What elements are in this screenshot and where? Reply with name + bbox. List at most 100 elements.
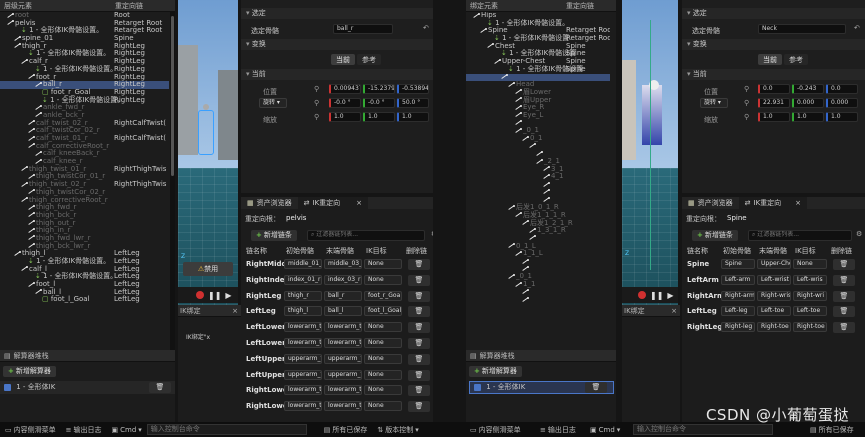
tree-row[interactable] [466, 266, 610, 274]
tree-row[interactable]: _2_1 [466, 157, 610, 166]
chain-search-input[interactable]: ⌕ 过滤器链列表... [307, 230, 425, 241]
solver-item[interactable]: 1 - 全形体IK 🗑 [469, 381, 614, 394]
tree-row[interactable] [466, 258, 610, 266]
chain-end-dropdown[interactable]: upperarm_tw [324, 353, 362, 364]
tab-reference[interactable]: 参考 [784, 54, 808, 65]
lock-icon[interactable]: ⚲ [744, 85, 749, 93]
chain-name[interactable]: RightLowe [246, 386, 284, 394]
tree-row[interactable]: thigh_out_r [0, 219, 169, 228]
lock-icon[interactable]: ⚲ [314, 113, 319, 121]
delete-chain-icon[interactable]: 🗑 [408, 338, 430, 349]
record-icon[interactable] [196, 291, 204, 299]
tab-reference[interactable]: 参考 [357, 54, 381, 65]
chain-start-dropdown[interactable]: thigh_r [284, 290, 322, 301]
console-input[interactable]: 输入控制台命令 [146, 424, 307, 435]
pause-icon[interactable]: ❚❚ [650, 291, 663, 300]
tree-row[interactable]: 1_1 [466, 280, 610, 289]
reset-arrow-icon[interactable]: ↶ [854, 24, 860, 32]
rot-x[interactable]: 22.931 [758, 98, 790, 108]
chain-goal-dropdown[interactable]: None [364, 385, 402, 396]
chain-start-dropdown[interactable]: index_01_r [284, 274, 322, 285]
chain-start-dropdown[interactable]: upperarm_tw [284, 353, 322, 364]
delete-chain-icon[interactable]: 🗑 [408, 322, 430, 334]
close-icon[interactable]: × [795, 199, 801, 207]
lock-icon[interactable]: ⚲ [744, 113, 749, 121]
output-log-button[interactable]: ≡ 输出日志 [535, 422, 581, 437]
delete-chain-icon[interactable]: 🗑 [833, 322, 855, 334]
chain-start-dropdown[interactable]: lowerarm_tw [284, 385, 322, 396]
rot-x[interactable]: -0.0 ° [329, 98, 361, 108]
chain-start-dropdown[interactable]: Left-arm [721, 274, 755, 285]
chain-end-dropdown[interactable]: lowerarm_tw [324, 338, 362, 348]
chain-end-dropdown[interactable]: lowerarm_tw [324, 385, 362, 396]
play-icon[interactable]: ▶ [667, 291, 673, 300]
delete-chain-icon[interactable]: 🗑 [408, 306, 430, 318]
delete-chain-icon[interactable]: 🗑 [408, 401, 430, 413]
add-chain-button[interactable]: + 新增链条 [251, 230, 297, 241]
rotation-mode-dropdown[interactable]: 旋转 ▾ [700, 98, 728, 108]
hierarchy-scrollbar[interactable] [170, 12, 175, 350]
chain-goal-dropdown[interactable]: Right-wri [793, 290, 827, 301]
tree-row[interactable]: 1_1_L [466, 249, 610, 258]
delete-chain-icon[interactable]: 🗑 [833, 259, 855, 270]
lock-icon[interactable]: ⚲ [314, 99, 319, 107]
pos-z[interactable]: 0.0 [826, 84, 858, 94]
tree-row[interactable] [466, 289, 610, 297]
delete-chain-icon[interactable]: 🗑 [408, 369, 430, 381]
tree-row[interactable] [466, 73, 610, 82]
tree-row[interactable]: ▢ foot_l_Goal LeftLeg [0, 296, 169, 304]
tree-row[interactable]: 0_1 [466, 134, 610, 143]
chain-name[interactable]: RightLeg [687, 323, 721, 331]
section-selection[interactable]: ▾ 选定 [241, 8, 433, 19]
tab-ik-retarget[interactable]: ⇄ IK重定向 × [738, 197, 808, 209]
chain-end-dropdown[interactable]: index_03_r [324, 274, 362, 285]
pos-x[interactable]: 0.009437 [329, 84, 361, 94]
chain-name[interactable]: LeftLowerA [246, 339, 284, 347]
settings-icon[interactable]: ⚙ [856, 230, 862, 238]
chain-goal-dropdown[interactable]: Left-wris [793, 274, 827, 285]
cmd-dropdown[interactable]: ▣ Cmd ▾ [107, 422, 147, 437]
chain-start-dropdown[interactable]: lowerarm_tw [284, 322, 322, 333]
section-selection[interactable]: ▾ 选定 [682, 8, 865, 19]
lock-icon[interactable]: ⚲ [314, 85, 319, 93]
delete-chain-icon[interactable]: 🗑 [408, 259, 430, 270]
pos-z[interactable]: -0.53894 [397, 84, 429, 94]
chain-goal-dropdown[interactable]: foot_r_Goa [364, 290, 402, 301]
tree-row[interactable]: ⇣ 1 - 全形体IK骨骼设置。 LeftLeg [0, 257, 169, 266]
chain-end-dropdown[interactable]: Right-wrist [757, 290, 791, 301]
scale-y[interactable]: 1.0 [363, 112, 395, 122]
checkbox-icon[interactable] [4, 383, 11, 391]
chain-end-dropdown[interactable]: Left-wrist [757, 274, 791, 285]
delete-chain-icon[interactable]: 🗑 [833, 306, 855, 318]
chain-end-dropdown[interactable]: Left-toe [757, 306, 791, 317]
content-drawer-button[interactable]: ▭ 内容侧滑菜单 [465, 422, 526, 437]
tree-row[interactable]: ⇣ 1 - 全形体IK骨骼设置。 RightLeg [0, 96, 169, 105]
chain-name[interactable]: RightMiddl [246, 260, 284, 268]
chain-goal-dropdown[interactable]: Left-toe [793, 306, 827, 317]
tree-row[interactable] [466, 296, 610, 304]
tree-row[interactable]: ankle_fwd_r [0, 103, 169, 112]
chain-start-dropdown[interactable]: lowerarm_tw [284, 401, 322, 412]
tree-row[interactable]: thigh_fwd_r [0, 203, 169, 212]
scale-y[interactable]: 1.0 [792, 112, 824, 122]
section-transform[interactable]: ▾ 变换 [241, 39, 433, 50]
chain-goal-dropdown[interactable]: None [364, 322, 402, 333]
tree-row[interactable]: thigh_correctiveRoot_r [0, 196, 169, 205]
tree-row[interactable] [466, 181, 610, 189]
selected-bone-field[interactable]: ball_r [333, 24, 393, 34]
delete-chain-icon[interactable]: 🗑 [408, 353, 430, 365]
chain-name[interactable]: LeftLeg [687, 307, 721, 315]
pos-y[interactable]: -15.2379 [363, 84, 395, 94]
console-input[interactable]: 输入控制台命令 [633, 424, 773, 435]
pos-y[interactable]: -0.243 [792, 84, 824, 94]
add-solver-button[interactable]: + 新增解算器 [469, 366, 522, 377]
chain-goal-dropdown[interactable]: None [364, 353, 402, 364]
rot-z[interactable]: 0.000 [826, 98, 858, 108]
tree-row[interactable]: 4_1 [466, 173, 610, 181]
scale-z[interactable]: 1.0 [397, 112, 429, 122]
chain-name[interactable]: RightLeg [246, 292, 284, 300]
trash-icon[interactable]: 🗑 [149, 382, 171, 393]
viewport[interactable]: Z [622, 0, 678, 305]
rot-y[interactable]: -0.0 ° [363, 98, 395, 108]
chain-end-dropdown[interactable]: ball_l [324, 306, 362, 317]
